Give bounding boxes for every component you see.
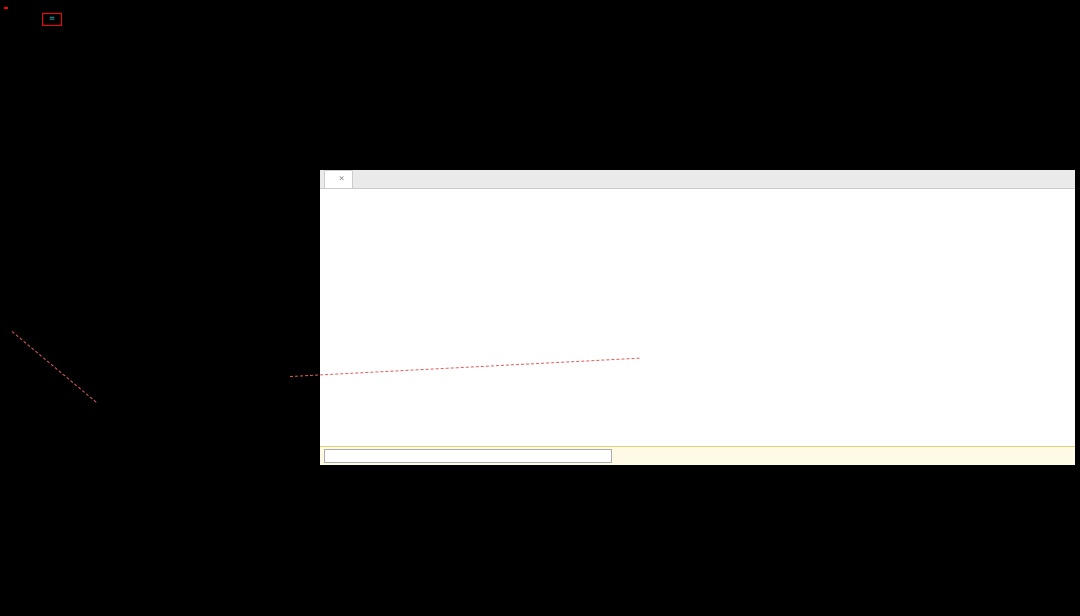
close-icon[interactable]: × (339, 175, 344, 185)
ps-file-window: × (320, 170, 1075, 465)
disasm-arrow (4, 2, 1076, 13)
file-tab[interactable]: × (324, 170, 353, 188)
annotation-arrow-1 (12, 331, 97, 402)
lldb-terminal: = (0, 0, 1080, 38)
reg-rdi-row: = (4, 13, 1076, 26)
highlighted-instruction (4, 7, 8, 9)
find-input[interactable] (324, 449, 612, 463)
reg-rdi-highlight: = (42, 13, 62, 26)
window-tab-bar: × (320, 170, 1075, 189)
file-content[interactable] (320, 189, 1075, 446)
find-bar (320, 446, 1075, 465)
